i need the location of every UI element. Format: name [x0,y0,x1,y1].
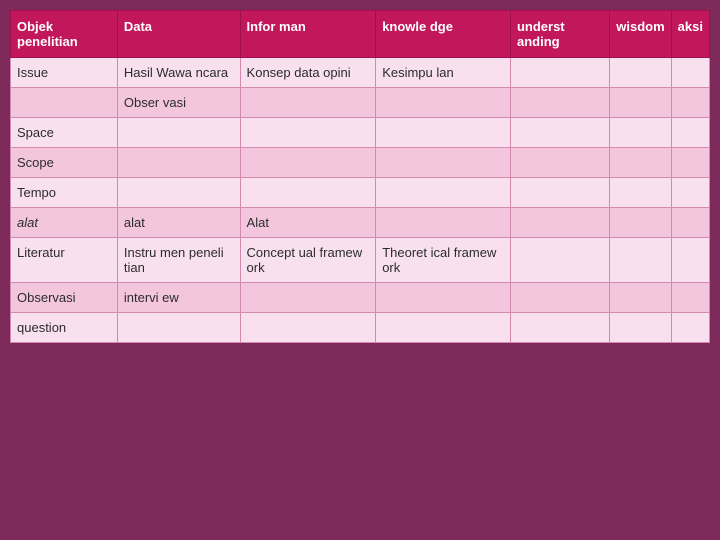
cell-understanding [510,148,609,178]
table-row: Space [11,118,710,148]
cell-aksi [671,88,709,118]
cell-aksi [671,58,709,88]
cell-objek: Observasi [11,283,118,313]
cell-wisdom [610,313,671,343]
cell-aksi [671,148,709,178]
cell-wisdom [610,118,671,148]
cell-understanding [510,208,609,238]
cell-aksi [671,208,709,238]
cell-infor_man: Concept ual framew ork [240,238,376,283]
cell-wisdom [610,283,671,313]
cell-infor_man: Alat [240,208,376,238]
cell-data: alat [117,208,240,238]
header-aksi: aksi [671,11,709,58]
cell-data [117,118,240,148]
cell-data: Instru men peneli tian [117,238,240,283]
cell-infor_man [240,178,376,208]
cell-aksi [671,283,709,313]
table-row: Obser vasi [11,88,710,118]
header-data: Data [117,11,240,58]
cell-infor_man [240,88,376,118]
cell-knowledge: Theoret ical framew ork [376,238,511,283]
cell-understanding [510,118,609,148]
table-row: Observasiintervi ew [11,283,710,313]
cell-aksi [671,118,709,148]
cell-objek: Scope [11,148,118,178]
cell-infor_man [240,148,376,178]
cell-aksi [671,238,709,283]
cell-understanding [510,88,609,118]
table-row: alatalatAlat [11,208,710,238]
cell-knowledge [376,208,511,238]
cell-objek: alat [11,208,118,238]
cell-understanding [510,313,609,343]
cell-wisdom [610,208,671,238]
cell-knowledge [376,313,511,343]
cell-data: Hasil Wawa ncara [117,58,240,88]
cell-infor_man [240,283,376,313]
header-understanding: underst anding [510,11,609,58]
cell-wisdom [610,178,671,208]
cell-objek: Tempo [11,178,118,208]
cell-data [117,178,240,208]
cell-data: intervi ew [117,283,240,313]
header-objek: Objek penelitian [11,11,118,58]
cell-wisdom [610,148,671,178]
cell-objek: question [11,313,118,343]
cell-wisdom [610,238,671,283]
cell-knowledge [376,283,511,313]
cell-data: Obser vasi [117,88,240,118]
cell-data [117,148,240,178]
table-row: Tempo [11,178,710,208]
cell-understanding [510,238,609,283]
cell-aksi [671,313,709,343]
cell-aksi [671,178,709,208]
cell-infor_man [240,313,376,343]
cell-objek [11,88,118,118]
cell-understanding [510,178,609,208]
table-row: Scope [11,148,710,178]
cell-understanding [510,283,609,313]
cell-knowledge [376,88,511,118]
cell-knowledge [376,178,511,208]
cell-infor_man: Konsep data opini [240,58,376,88]
cell-objek: Space [11,118,118,148]
header-knowledge: knowle dge [376,11,511,58]
cell-objek: Literatur [11,238,118,283]
cell-knowledge [376,118,511,148]
table-header-row: Objek penelitian Data Infor man knowle d… [11,11,710,58]
cell-knowledge: Kesimpu lan [376,58,511,88]
cell-understanding [510,58,609,88]
cell-wisdom [610,58,671,88]
cell-data [117,313,240,343]
table-row: LiteraturInstru men peneli tianConcept u… [11,238,710,283]
header-wisdom: wisdom [610,11,671,58]
cell-knowledge [376,148,511,178]
header-infor-man: Infor man [240,11,376,58]
table-row: question [11,313,710,343]
research-table: Objek penelitian Data Infor man knowle d… [10,10,710,343]
main-table-wrapper: Objek penelitian Data Infor man knowle d… [10,10,710,343]
cell-infor_man [240,118,376,148]
cell-wisdom [610,88,671,118]
cell-objek: Issue [11,58,118,88]
table-row: IssueHasil Wawa ncaraKonsep data opiniKe… [11,58,710,88]
